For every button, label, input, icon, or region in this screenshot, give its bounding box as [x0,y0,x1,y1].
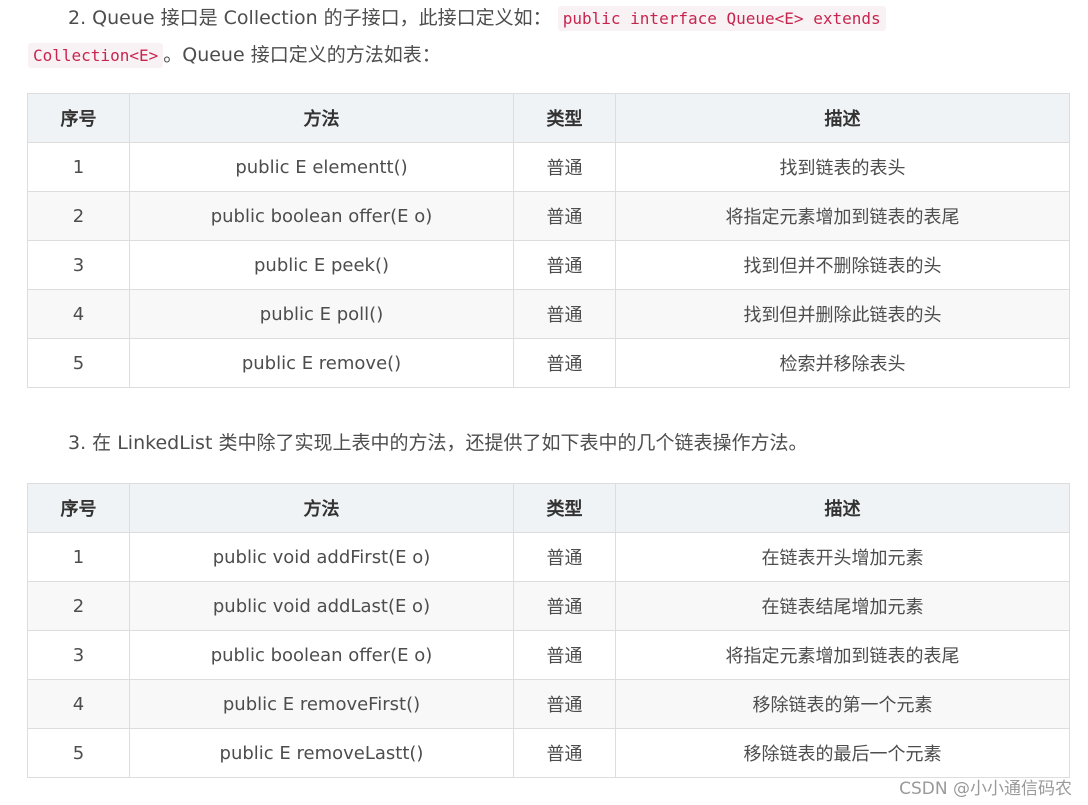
cell-type: 普通 [513,581,616,631]
cell-type: 普通 [513,191,616,241]
cell-type: 普通 [513,728,616,778]
interface-declaration-code-continued: Collection<E> [28,43,164,68]
cell-description: 将指定元素增加到链表的表尾 [615,630,1070,680]
cell-type: 普通 [513,240,616,290]
header-method: 方法 [129,483,514,533]
cell-index: 2 [27,581,130,631]
queue-intro-paragraph: 2. Queue 接口是 Collection 的子接口，此接口定义如： pub… [28,0,1068,74]
cell-description: 检索并移除表头 [615,338,1070,388]
table-header-row: 序号 方法 类型 描述 [27,93,1070,143]
table-row: 2 public void addLast(E o) 普通 在链表结尾增加元素 [27,581,1070,631]
cell-type: 普通 [513,142,616,192]
cell-description: 将指定元素增加到链表的表尾 [615,191,1070,241]
cell-method: public E elementt() [129,142,514,192]
cell-description: 移除链表的最后一个元素 [615,728,1070,778]
cell-type: 普通 [513,630,616,680]
table-row: 4 public E poll() 普通 找到但并删除此链表的头 [27,289,1070,339]
cell-method: public boolean offer(E o) [129,630,514,680]
cell-index: 4 [27,289,130,339]
cell-method: public E peek() [129,240,514,290]
header-type: 类型 [513,93,616,143]
csdn-watermark: CSDN @小小通信码农 [899,779,1072,799]
table-row: 3 public E peek() 普通 找到但并不删除链表的头 [27,240,1070,290]
cell-index: 3 [27,630,130,680]
cell-type: 普通 [513,338,616,388]
cell-method: public boolean offer(E o) [129,191,514,241]
cell-description: 移除链表的第一个元素 [615,679,1070,729]
table-row: 1 public void addFirst(E o) 普通 在链表开头增加元素 [27,532,1070,582]
linkedlist-intro-paragraph: 3. 在 LinkedList 类中除了实现上表中的方法，还提供了如下表中的几个… [28,425,1068,461]
cell-type: 普通 [513,532,616,582]
queue-intro-text: 2. Queue 接口是 Collection 的子接口，此接口定义如： [68,7,552,29]
cell-description: 找到但并不删除链表的头 [615,240,1070,290]
cell-type: 普通 [513,289,616,339]
cell-method: public void addFirst(E o) [129,532,514,582]
queue-intro-text-end: 。Queue 接口定义的方法如表： [163,44,441,66]
table-row: 5 public E removeLastt() 普通 移除链表的最后一个元素 [27,728,1070,778]
header-method: 方法 [129,93,514,143]
cell-method: public E removeFirst() [129,679,514,729]
cell-description: 找到链表的表头 [615,142,1070,192]
cell-method: public E remove() [129,338,514,388]
cell-index: 4 [27,679,130,729]
cell-index: 5 [27,728,130,778]
cell-description: 在链表结尾增加元素 [615,581,1070,631]
cell-method: public E poll() [129,289,514,339]
cell-description: 找到但并删除此链表的头 [615,289,1070,339]
header-index: 序号 [27,93,130,143]
cell-index: 3 [27,240,130,290]
header-type: 类型 [513,483,616,533]
table-row: 5 public E remove() 普通 检索并移除表头 [27,338,1070,388]
header-description: 描述 [615,93,1070,143]
cell-type: 普通 [513,679,616,729]
linkedlist-methods-table: 序号 方法 类型 描述 1 public void addFirst(E o) … [27,483,1070,778]
linkedlist-intro-text: 3. 在 LinkedList 类中除了实现上表中的方法，还提供了如下表中的几个… [68,432,808,454]
table-row: 4 public E removeFirst() 普通 移除链表的第一个元素 [27,679,1070,729]
cell-index: 1 [27,142,130,192]
table-row: 3 public boolean offer(E o) 普通 将指定元素增加到链… [27,630,1070,680]
table-header-row: 序号 方法 类型 描述 [27,483,1070,533]
cell-method: public E removeLastt() [129,728,514,778]
cell-index: 2 [27,191,130,241]
cell-method: public void addLast(E o) [129,581,514,631]
queue-methods-table: 序号 方法 类型 描述 1 public E elementt() 普通 找到链… [27,93,1070,388]
header-index: 序号 [27,483,130,533]
table-row: 1 public E elementt() 普通 找到链表的表头 [27,142,1070,192]
table-row: 2 public boolean offer(E o) 普通 将指定元素增加到链… [27,191,1070,241]
cell-description: 在链表开头增加元素 [615,532,1070,582]
header-description: 描述 [615,483,1070,533]
interface-declaration-code: public interface Queue<E> extends [557,6,886,31]
cell-index: 5 [27,338,130,388]
cell-index: 1 [27,532,130,582]
